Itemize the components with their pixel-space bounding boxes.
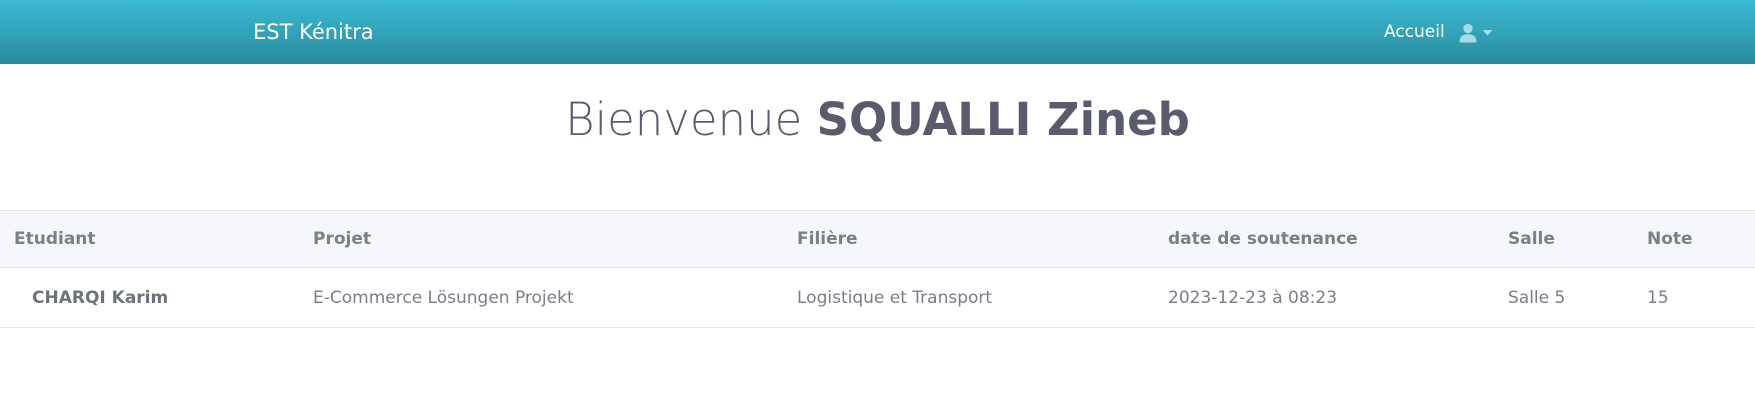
table-body: CHARQI Karim E-Commerce Lösungen Projekt… (0, 267, 1755, 328)
column-header-room: Salle (1494, 210, 1633, 268)
cell-field: Logistique et Transport (783, 267, 1154, 328)
cell-project: E-Commerce Lösungen Projekt (299, 267, 783, 328)
table-header: Etudiant Projet Filière date de soutenan… (0, 210, 1755, 268)
cell-student: CHARQI Karim (0, 267, 299, 328)
column-header-student: Etudiant (0, 210, 299, 268)
user-icon (1458, 23, 1478, 43)
defense-table: Etudiant Projet Filière date de soutenan… (0, 210, 1755, 328)
column-header-defense-date: date de soutenance (1154, 210, 1494, 268)
cell-grade: 15 (1633, 267, 1755, 328)
table-header-row: Etudiant Projet Filière date de soutenan… (0, 210, 1755, 268)
welcome-greeting: Bienvenue (565, 93, 803, 146)
top-navbar: EST Kénitra Accueil (0, 0, 1755, 64)
cell-defense-date: 2023-12-23 à 08:23 (1154, 267, 1494, 328)
user-dropdown-toggle[interactable] (1458, 20, 1494, 46)
brand-link[interactable]: EST Kénitra (253, 0, 374, 64)
nav-link-home[interactable]: Accueil (1384, 0, 1445, 64)
table-row: CHARQI Karim E-Commerce Lösungen Projekt… (0, 267, 1755, 328)
column-header-project: Projet (299, 210, 783, 268)
welcome-heading: Bienvenue SQUALLI Zineb (0, 88, 1755, 152)
cell-room: Salle 5 (1494, 267, 1633, 328)
column-header-field: Filière (783, 210, 1154, 268)
welcome-user-name: SQUALLI Zineb (816, 93, 1190, 146)
caret-down-icon (1482, 29, 1493, 37)
column-header-grade: Note (1633, 210, 1755, 268)
